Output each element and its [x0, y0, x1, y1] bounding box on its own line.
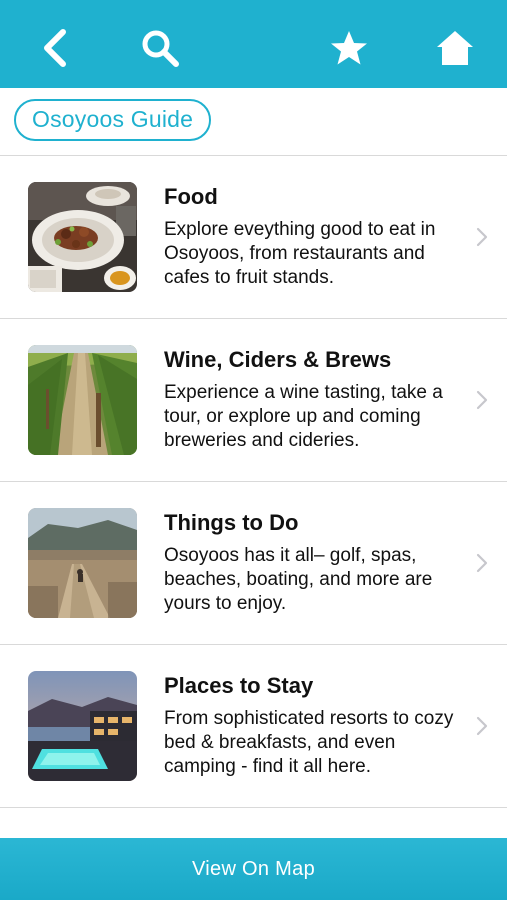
category-title: Places to Stay	[164, 673, 314, 698]
chevron-right-icon	[476, 227, 488, 247]
favorites-button[interactable]	[323, 22, 375, 74]
category-description: Osoyoos has it all– golf, spas, beaches,…	[164, 545, 433, 614]
view-on-map-label: View On Map	[192, 857, 315, 880]
chevron-left-icon	[44, 29, 66, 67]
home-button[interactable]	[429, 22, 481, 74]
category-title: Things to Do	[164, 510, 299, 535]
category-description: Experience a wine tasting, take a tour, …	[164, 382, 443, 451]
category-item-places-to-stay[interactable]: Places to Stay From sophisticated resort…	[0, 645, 507, 808]
vineyard-thumbnail	[28, 345, 137, 455]
search-icon	[142, 30, 179, 67]
star-icon	[331, 31, 367, 65]
category-description: Explore eveything good to eat in Osoyoos…	[164, 219, 436, 288]
home-icon	[437, 31, 473, 65]
category-item-food[interactable]: Food Explore eveything good to eat in Os…	[0, 156, 507, 319]
chevron-right-icon	[476, 716, 488, 736]
food-thumbnail	[28, 182, 137, 292]
category-item-things-to-do[interactable]: Things to Do Osoyoos has it all– golf, s…	[0, 482, 507, 645]
back-button[interactable]	[28, 22, 80, 74]
boardwalk-thumbnail	[28, 508, 137, 618]
category-list: Food Explore eveything good to eat in Os…	[0, 156, 507, 808]
category-title: Food	[164, 184, 218, 209]
category-description: From sophisticated resorts to cozy bed &…	[164, 708, 454, 777]
top-nav-bar	[0, 0, 507, 88]
chevron-right-icon	[476, 390, 488, 410]
chevron-right-icon	[476, 553, 488, 573]
view-on-map-button[interactable]: View On Map	[0, 838, 507, 900]
breadcrumb-osoyoos-guide[interactable]: Osoyoos Guide	[14, 99, 212, 141]
resort-thumbnail	[28, 671, 137, 781]
category-item-wine-ciders-brews[interactable]: Wine, Ciders & Brews Experience a wine t…	[0, 319, 507, 482]
breadcrumb: Osoyoos Guide	[0, 88, 507, 156]
search-button[interactable]	[134, 22, 186, 74]
category-title: Wine, Ciders & Brews	[164, 347, 392, 372]
